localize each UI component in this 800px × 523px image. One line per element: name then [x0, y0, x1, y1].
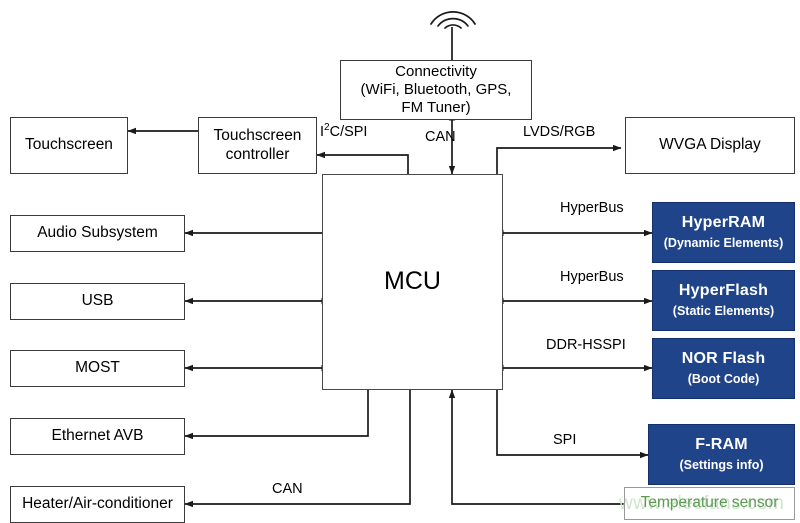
usb-block: USB: [10, 283, 185, 320]
connectivity-block: Connectivity (WiFi, Bluetooth, GPS, FM T…: [340, 60, 532, 120]
antenna-icon: [430, 11, 476, 29]
touchscreen-label: Touchscreen: [25, 136, 113, 154]
fram-title: F-RAM: [695, 436, 748, 454]
usb-label: USB: [81, 292, 114, 310]
hyperflash-title: HyperFlash: [678, 282, 769, 300]
touchscreen-controller-line2: controller: [225, 145, 290, 163]
hyperram-block: HyperRAM (Dynamic Elements): [652, 202, 795, 263]
edge-label-spi: SPI: [553, 432, 577, 448]
wire-tempsensor-to-mcu: [448, 389, 624, 505]
block-diagram-canvas: Connectivity (WiFi, Bluetooth, GPS, FM T…: [0, 0, 800, 523]
most-block: MOST: [10, 350, 185, 387]
audio-subsystem-label: Audio Subsystem: [37, 224, 158, 242]
edge-label-hyperbus-ram: HyperBus: [560, 200, 624, 216]
connectivity-line1: Connectivity: [395, 63, 477, 81]
heater-air-conditioner-label: Heater/Air-conditioner: [22, 495, 173, 513]
fram-block: F-RAM (Settings info): [648, 424, 795, 485]
edge-label-can-bottom: CAN: [272, 481, 303, 497]
heater-air-conditioner-block: Heater/Air-conditioner: [10, 486, 185, 523]
connectivity-line2: (WiFi, Bluetooth, GPS,: [360, 81, 512, 99]
touchscreen-block: Touchscreen: [10, 117, 128, 174]
edge-label-ddr-hsspi: DDR-HSSPI: [546, 337, 626, 353]
hyperram-title: HyperRAM: [681, 214, 766, 232]
nor-flash-title: NOR Flash: [681, 350, 766, 368]
nor-flash-block: NOR Flash (Boot Code): [652, 338, 795, 399]
ethernet-avb-block: Ethernet AVB: [10, 418, 185, 455]
wvga-display-label: WVGA Display: [659, 136, 761, 154]
hyperflash-block: HyperFlash (Static Elements): [652, 270, 795, 331]
nor-flash-subtitle: (Boot Code): [687, 372, 760, 387]
wire-mcu-to-tsc-i2cspi: [316, 151, 409, 174]
edge-label-hyperbus-flash: HyperBus: [560, 269, 624, 285]
ethernet-avb-label: Ethernet AVB: [51, 427, 144, 445]
temperature-sensor-label: Temperature sensor: [640, 494, 779, 512]
wvga-display-block: WVGA Display: [625, 117, 795, 174]
mcu-block: MCU: [322, 174, 503, 390]
connectivity-line3: FM Tuner): [401, 98, 471, 116]
i2c-spi-suffix: C/SPI: [329, 124, 368, 140]
wire-mcu-to-wvga-lvds: [496, 144, 622, 174]
mcu-label: MCU: [384, 267, 441, 296]
audio-subsystem-block: Audio Subsystem: [10, 215, 185, 252]
wire-mcu-to-ethernet: [184, 390, 369, 440]
touchscreen-controller-block: Touchscreen controller: [198, 117, 317, 174]
touchscreen-controller-line1: Touchscreen: [213, 127, 302, 145]
temperature-sensor-block: Temperature sensor: [624, 487, 795, 520]
fram-subtitle: (Settings info): [679, 458, 764, 473]
hyperram-subtitle: (Dynamic Elements): [663, 236, 784, 251]
edge-label-i2c-spi: I2C/SPI: [320, 123, 368, 140]
most-label: MOST: [75, 359, 120, 377]
hyperflash-subtitle: (Static Elements): [672, 304, 775, 319]
edge-label-can-top: CAN: [425, 129, 456, 145]
edge-label-lvds-rgb: LVDS/RGB: [523, 124, 596, 140]
